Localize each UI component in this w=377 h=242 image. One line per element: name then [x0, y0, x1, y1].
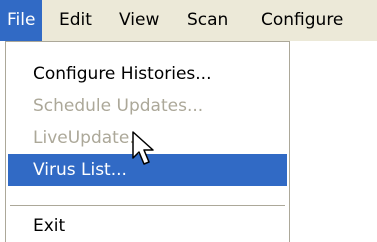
menu-bar: File Edit View Scan Configure	[0, 0, 377, 41]
menu-file[interactable]: File	[0, 0, 43, 41]
menu-configure[interactable]: Configure	[261, 0, 343, 41]
arrow-pointer-icon	[132, 131, 154, 165]
menu-item-exit[interactable]: Exit	[8, 210, 287, 242]
menu-view[interactable]: View	[119, 0, 159, 41]
menu-item-schedule-updates: Schedule Updates...	[33, 96, 204, 116]
menu-edit[interactable]: Edit	[59, 0, 92, 41]
menu-item-configure-histories[interactable]: Configure Histories...	[8, 58, 287, 90]
menu-separator	[10, 205, 285, 206]
menu-scan[interactable]: Scan	[187, 0, 228, 41]
